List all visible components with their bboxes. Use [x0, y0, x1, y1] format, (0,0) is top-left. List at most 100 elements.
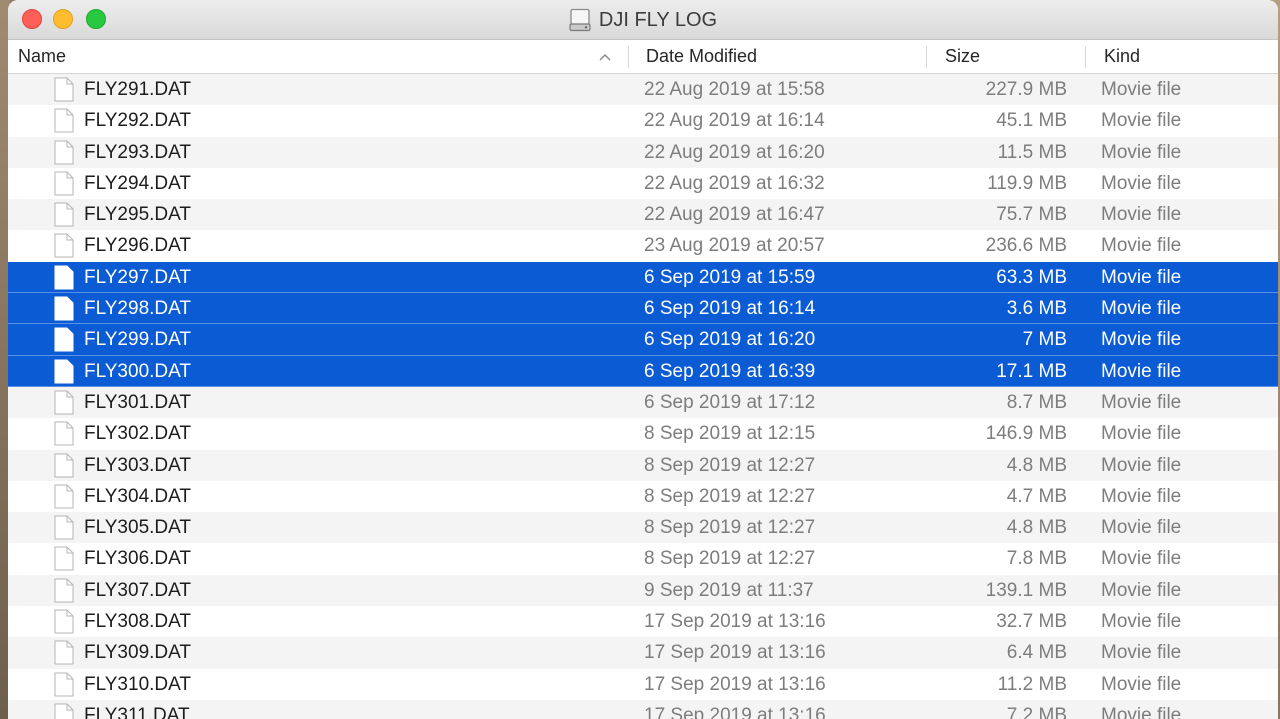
column-header-kind[interactable]: Kind [1104, 40, 1140, 73]
document-icon[interactable] [54, 484, 74, 509]
file-date-modified: 22 Aug 2019 at 16:32 [644, 172, 825, 194]
file-name[interactable]: FLY304.DAT [84, 481, 191, 512]
file-date-modified: 22 Aug 2019 at 16:47 [644, 204, 825, 226]
file-name[interactable]: FLY292.DAT [84, 105, 191, 136]
file-row[interactable]: FLY308.DAT 17 Sep 2019 at 13:16 32.7 MB Mov… [8, 606, 1278, 638]
file-name[interactable]: FLY306.DAT [84, 543, 191, 574]
file-date-modified: 17 Sep 2019 at 13:16 [644, 673, 826, 695]
document-icon[interactable] [54, 453, 74, 478]
file-row[interactable]: FLY294.DAT 22 Aug 2019 at 16:32 119.9 MB Mo… [8, 167, 1278, 200]
file-list: FLY291.DAT 22 Aug 2019 at 15:58 227.9 MB Mo… [8, 74, 1278, 719]
file-name[interactable]: FLY296.DAT [84, 230, 191, 261]
file-row[interactable]: FLY311.DAT 17 Sep 2019 at 13:16 7.2 MB Movi… [8, 699, 1278, 719]
file-row[interactable]: FLY298.DAT 6 Sep 2019 at 16:14 3.6 MB Movie… [8, 293, 1278, 325]
document-icon[interactable] [54, 515, 74, 540]
file-row[interactable]: FLY300.DAT 6 Sep 2019 at 16:39 17.1 MB Movi… [8, 355, 1278, 387]
file-kind: Movie file [1101, 673, 1182, 695]
column-divider[interactable] [628, 46, 629, 68]
file-date-modified: 8 Sep 2019 at 12:27 [644, 454, 816, 476]
column-header-date-modified[interactable]: Date Modified [646, 40, 757, 73]
document-icon[interactable] [54, 296, 74, 321]
file-row[interactable]: FLY297.DAT 6 Sep 2019 at 15:59 63.3 MB Movi… [8, 261, 1278, 294]
file-name[interactable]: FLY297.DAT [84, 262, 191, 293]
file-row[interactable]: FLY305.DAT 8 Sep 2019 at 12:27 4.8 MB Movie… [8, 512, 1278, 544]
file-name[interactable]: FLY301.DAT [84, 387, 191, 418]
file-name[interactable]: FLY300.DAT [84, 356, 191, 387]
document-icon[interactable] [54, 609, 74, 634]
file-size: 17.1 MB [996, 360, 1067, 382]
file-name[interactable]: FLY305.DAT [84, 512, 191, 543]
document-icon[interactable] [54, 578, 74, 603]
file-name[interactable]: FLY310.DAT [84, 669, 191, 700]
document-icon[interactable] [54, 140, 74, 165]
file-size: 11.2 MB [997, 673, 1067, 695]
file-name[interactable]: FLY294.DAT [84, 168, 191, 199]
file-kind: Movie file [1101, 266, 1182, 288]
file-date-modified: 6 Sep 2019 at 16:14 [644, 298, 816, 320]
column-header-size[interactable]: Size [945, 40, 980, 73]
file-size: 139.1 MB [985, 579, 1067, 601]
file-name[interactable]: FLY307.DAT [84, 575, 191, 606]
document-icon[interactable] [54, 390, 74, 415]
column-header-name[interactable]: Name [18, 40, 66, 73]
file-row[interactable]: FLY303.DAT 8 Sep 2019 at 12:27 4.8 MB Movie… [8, 449, 1278, 481]
column-divider[interactable] [1085, 46, 1086, 68]
file-name[interactable]: FLY308.DAT [84, 606, 191, 637]
file-size: 75.7 MB [996, 204, 1067, 226]
file-size: 227.9 MB [985, 79, 1067, 100]
file-row[interactable]: FLY292.DAT 22 Aug 2019 at 16:14 45.1 MB Mov… [8, 105, 1278, 137]
document-icon[interactable] [54, 672, 74, 697]
document-icon[interactable] [54, 327, 74, 352]
title-bar[interactable]: DJI FLY LOG [8, 0, 1278, 40]
sort-ascending-icon[interactable] [598, 40, 612, 73]
document-icon[interactable] [54, 546, 74, 571]
file-row[interactable]: FLY299.DAT 6 Sep 2019 at 16:20 7 MB Movie f… [8, 324, 1278, 356]
file-name[interactable]: FLY311.DAT [84, 700, 190, 719]
file-size: 45.1 MB [996, 110, 1067, 132]
file-name[interactable]: FLY299.DAT [84, 324, 191, 355]
file-size: 146.9 MB [985, 423, 1067, 445]
file-date-modified: 6 Sep 2019 at 16:20 [644, 329, 816, 351]
document-icon[interactable] [54, 108, 74, 133]
file-name[interactable]: FLY302.DAT [84, 418, 191, 449]
file-row[interactable]: FLY309.DAT 17 Sep 2019 at 13:16 6.4 MB Movi… [8, 637, 1278, 669]
document-icon[interactable] [54, 421, 74, 446]
document-icon[interactable] [54, 202, 74, 227]
file-name[interactable]: FLY295.DAT [84, 199, 191, 230]
document-icon[interactable] [54, 640, 74, 665]
document-icon[interactable] [54, 265, 74, 290]
file-row[interactable]: FLY307.DAT 9 Sep 2019 at 11:37 139.1 MB Mov… [8, 574, 1278, 607]
document-icon[interactable] [54, 77, 74, 102]
file-kind: Movie file [1101, 235, 1182, 257]
file-size: 7.8 MB [1006, 548, 1067, 570]
file-name[interactable]: FLY309.DAT [84, 637, 191, 668]
file-row[interactable]: FLY291.DAT 22 Aug 2019 at 15:58 227.9 MB Mo… [8, 74, 1278, 106]
file-row[interactable]: FLY302.DAT 8 Sep 2019 at 12:15 146.9 MB Mov… [8, 418, 1278, 450]
file-row[interactable]: FLY295.DAT 22 Aug 2019 at 16:47 75.7 MB Mov… [8, 199, 1278, 231]
file-size: 4.7 MB [1006, 485, 1067, 507]
file-date-modified: 6 Sep 2019 at 16:39 [644, 360, 816, 382]
file-row[interactable]: FLY310.DAT 17 Sep 2019 at 13:16 11.2 MB Mov… [8, 668, 1278, 700]
file-date-modified: 22 Aug 2019 at 15:58 [644, 79, 825, 100]
file-date-modified: 22 Aug 2019 at 16:14 [644, 110, 825, 132]
file-row[interactable]: FLY306.DAT 8 Sep 2019 at 12:27 7.8 MB Movie… [8, 543, 1278, 575]
file-kind: Movie file [1101, 110, 1182, 132]
document-icon[interactable] [54, 171, 74, 196]
window-title-text: DJI FLY LOG [598, 8, 718, 31]
file-row[interactable]: FLY293.DAT 22 Aug 2019 at 16:20 11.5 MB Mov… [8, 136, 1278, 168]
file-row[interactable]: FLY301.DAT 6 Sep 2019 at 17:12 8.7 MB Movie… [8, 386, 1278, 419]
file-date-modified: 8 Sep 2019 at 12:27 [644, 485, 816, 507]
document-icon[interactable] [54, 233, 74, 258]
document-icon[interactable] [54, 703, 74, 719]
column-divider[interactable] [926, 46, 927, 68]
file-row[interactable]: FLY296.DAT 23 Aug 2019 at 20:57 236.6 MB Mo… [8, 230, 1278, 262]
file-name[interactable]: FLY293.DAT [84, 137, 191, 168]
file-name[interactable]: FLY303.DAT [84, 450, 191, 481]
file-date-modified: 23 Aug 2019 at 20:57 [644, 235, 825, 257]
file-name[interactable]: FLY298.DAT [84, 293, 191, 324]
document-icon[interactable] [54, 359, 74, 384]
file-name[interactable]: FLY291.DAT [84, 74, 191, 105]
file-date-modified: 17 Sep 2019 at 13:16 [644, 642, 826, 664]
file-kind: Movie file [1101, 485, 1182, 507]
file-row[interactable]: FLY304.DAT 8 Sep 2019 at 12:27 4.7 MB Movie… [8, 480, 1278, 513]
